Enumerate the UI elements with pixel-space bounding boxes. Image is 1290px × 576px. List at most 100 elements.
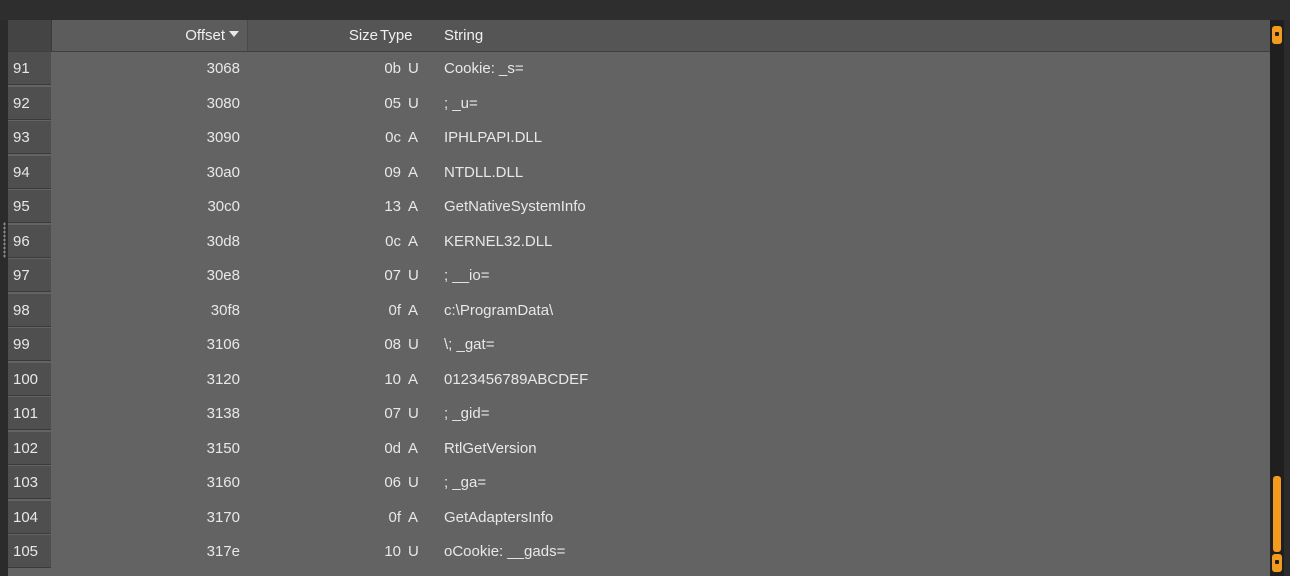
scroll-down-button[interactable]	[1272, 554, 1282, 572]
row-number: 104	[8, 500, 51, 534]
table-row[interactable]: 95 30c0 13 A GetNativeSystemInfo	[8, 190, 1270, 225]
table-row[interactable]: 103 3160 06 U ; _ga=	[8, 466, 1270, 501]
sort-descending-icon	[229, 31, 239, 37]
cell-string: ; _ga=	[444, 474, 487, 491]
cell-type: A	[408, 370, 419, 388]
splitter-grip-icon[interactable]	[3, 222, 6, 258]
row-number: 97	[8, 259, 51, 292]
row-number: 100	[8, 362, 51, 396]
cell-string: GetAdaptersInfo	[444, 508, 554, 526]
cell-offset: 30a0	[206, 163, 240, 181]
cell-offset: 3160	[206, 474, 240, 491]
cell-offset: 3150	[206, 439, 240, 457]
vertical-scrollbar[interactable]	[1270, 20, 1284, 576]
cell-size: 06	[384, 474, 401, 491]
row-number: 98	[8, 293, 51, 327]
cell-type: U	[408, 474, 419, 491]
column-header-offset[interactable]: Offset	[52, 20, 248, 51]
cell-type: U	[408, 336, 419, 353]
cell-type: A	[408, 163, 419, 181]
row-number: 103	[8, 466, 51, 499]
cell-string: 0123456789ABCDEF	[444, 370, 589, 388]
cell-size: 13	[384, 198, 401, 215]
cell-offset: 3080	[206, 94, 240, 112]
cell-offset: 30d8	[206, 232, 240, 250]
cell-size: 0d	[384, 439, 401, 457]
table-row[interactable]: 101 3138 07 U ; _gid=	[8, 397, 1270, 432]
table-row[interactable]: 104 3170 0f A GetAdaptersInfo	[8, 500, 1270, 536]
scroll-up-button[interactable]	[1272, 26, 1282, 44]
table-row[interactable]: 102 3150 0d A RtlGetVersion	[8, 431, 1270, 467]
table-row[interactable]: 98 30f8 0f Ac:\ProgramData\	[8, 293, 1270, 329]
row-number: 94	[8, 155, 51, 189]
table-row[interactable]: 100 3120 10 A 0123456789ABCDEF	[8, 362, 1270, 398]
column-header-type[interactable]: Type	[380, 20, 440, 51]
cell-size: 09	[384, 163, 401, 181]
cell-offset: 3120	[206, 370, 240, 388]
cell-size: 0f	[388, 301, 401, 319]
cell-size: 0f	[388, 508, 401, 526]
cell-string: RtlGetVersion	[444, 439, 537, 457]
table-row[interactable]: 92 3080 05 U ; _u=	[8, 86, 1270, 122]
cell-size: 05	[384, 94, 401, 112]
table-row[interactable]: 96 30d8 0c A KERNEL32.DLL	[8, 224, 1270, 260]
cell-type: A	[408, 129, 419, 146]
row-number: 96	[8, 224, 51, 258]
cell-size: 07	[384, 267, 401, 284]
cell-type: U	[408, 405, 419, 422]
table-row[interactable]: 94 30a0 09 A NTDLL.DLL	[8, 155, 1270, 191]
row-number: 101	[8, 397, 51, 430]
cell-type: U	[408, 267, 419, 284]
cell-offset: 3068	[206, 60, 240, 77]
row-number: 102	[8, 431, 51, 465]
cell-offset: 30c0	[207, 198, 240, 215]
cell-type: A	[408, 508, 419, 526]
cell-string: \; _gat=	[444, 336, 495, 353]
cell-size: 0b	[384, 60, 401, 77]
cell-string: GetNativeSystemInfo	[444, 198, 586, 215]
table-row[interactable]: 97 30e8 07 U ; __io=	[8, 259, 1270, 294]
cell-offset: 3090	[206, 129, 240, 146]
cell-string: c:\ProgramData\	[444, 301, 554, 319]
row-number: 95	[8, 190, 51, 223]
cell-string: ; _gid=	[444, 405, 490, 422]
top-bar	[0, 0, 1290, 20]
cell-size: 10	[384, 370, 401, 388]
cell-size: 08	[384, 336, 401, 353]
cell-offset: 317e	[206, 543, 240, 560]
cell-string: Cookie: _s=	[444, 60, 524, 77]
header-corner[interactable]	[8, 20, 52, 51]
table-row[interactable]: 93 3090 0c A IPHLPAPI.DLL	[8, 121, 1270, 156]
row-number: 99	[8, 328, 51, 361]
cell-string: NTDLL.DLL	[444, 163, 524, 181]
row-number: 92	[8, 86, 51, 120]
cell-size: 0c	[385, 232, 401, 250]
cell-string: oCookie: __gads=	[444, 543, 566, 560]
row-number: 105	[8, 535, 51, 568]
column-header-size[interactable]: Size	[248, 20, 378, 51]
cell-type: U	[408, 60, 419, 77]
strings-table[interactable]: Offset Size Type String 91 3068 0b U Cookie:…	[8, 20, 1270, 576]
cell-type: A	[408, 301, 419, 319]
cell-offset: 30f8	[210, 301, 240, 319]
table-row[interactable]: 105 317e 10 UoCookie: __gads=	[8, 535, 1270, 570]
cell-string: IPHLPAPI.DLL	[444, 129, 543, 146]
cell-string: ; __io=	[444, 267, 490, 284]
table-body: 91 3068 0b U Cookie: _s= 92 3080 05 U ; _u= 93 3090…	[8, 52, 1270, 570]
cell-type: A	[408, 439, 419, 457]
cell-size: 07	[384, 405, 401, 422]
table-header: Offset Size Type String	[8, 20, 1270, 52]
cell-type: U	[408, 94, 419, 112]
cell-type: A	[408, 198, 419, 215]
cell-size: 0c	[385, 129, 401, 146]
table-row[interactable]: 91 3068 0b U Cookie: _s=	[8, 52, 1270, 87]
cell-string: KERNEL32.DLL	[444, 232, 553, 250]
cell-size: 10	[384, 543, 401, 560]
cell-offset: 3170	[206, 508, 240, 526]
row-number: 93	[8, 121, 51, 154]
row-number: 91	[8, 52, 51, 85]
scroll-thumb[interactable]	[1273, 476, 1281, 552]
cell-offset: 3138	[206, 405, 240, 422]
table-row[interactable]: 99 3106 08 U \; _gat=	[8, 328, 1270, 363]
column-header-string[interactable]: String	[444, 20, 844, 51]
